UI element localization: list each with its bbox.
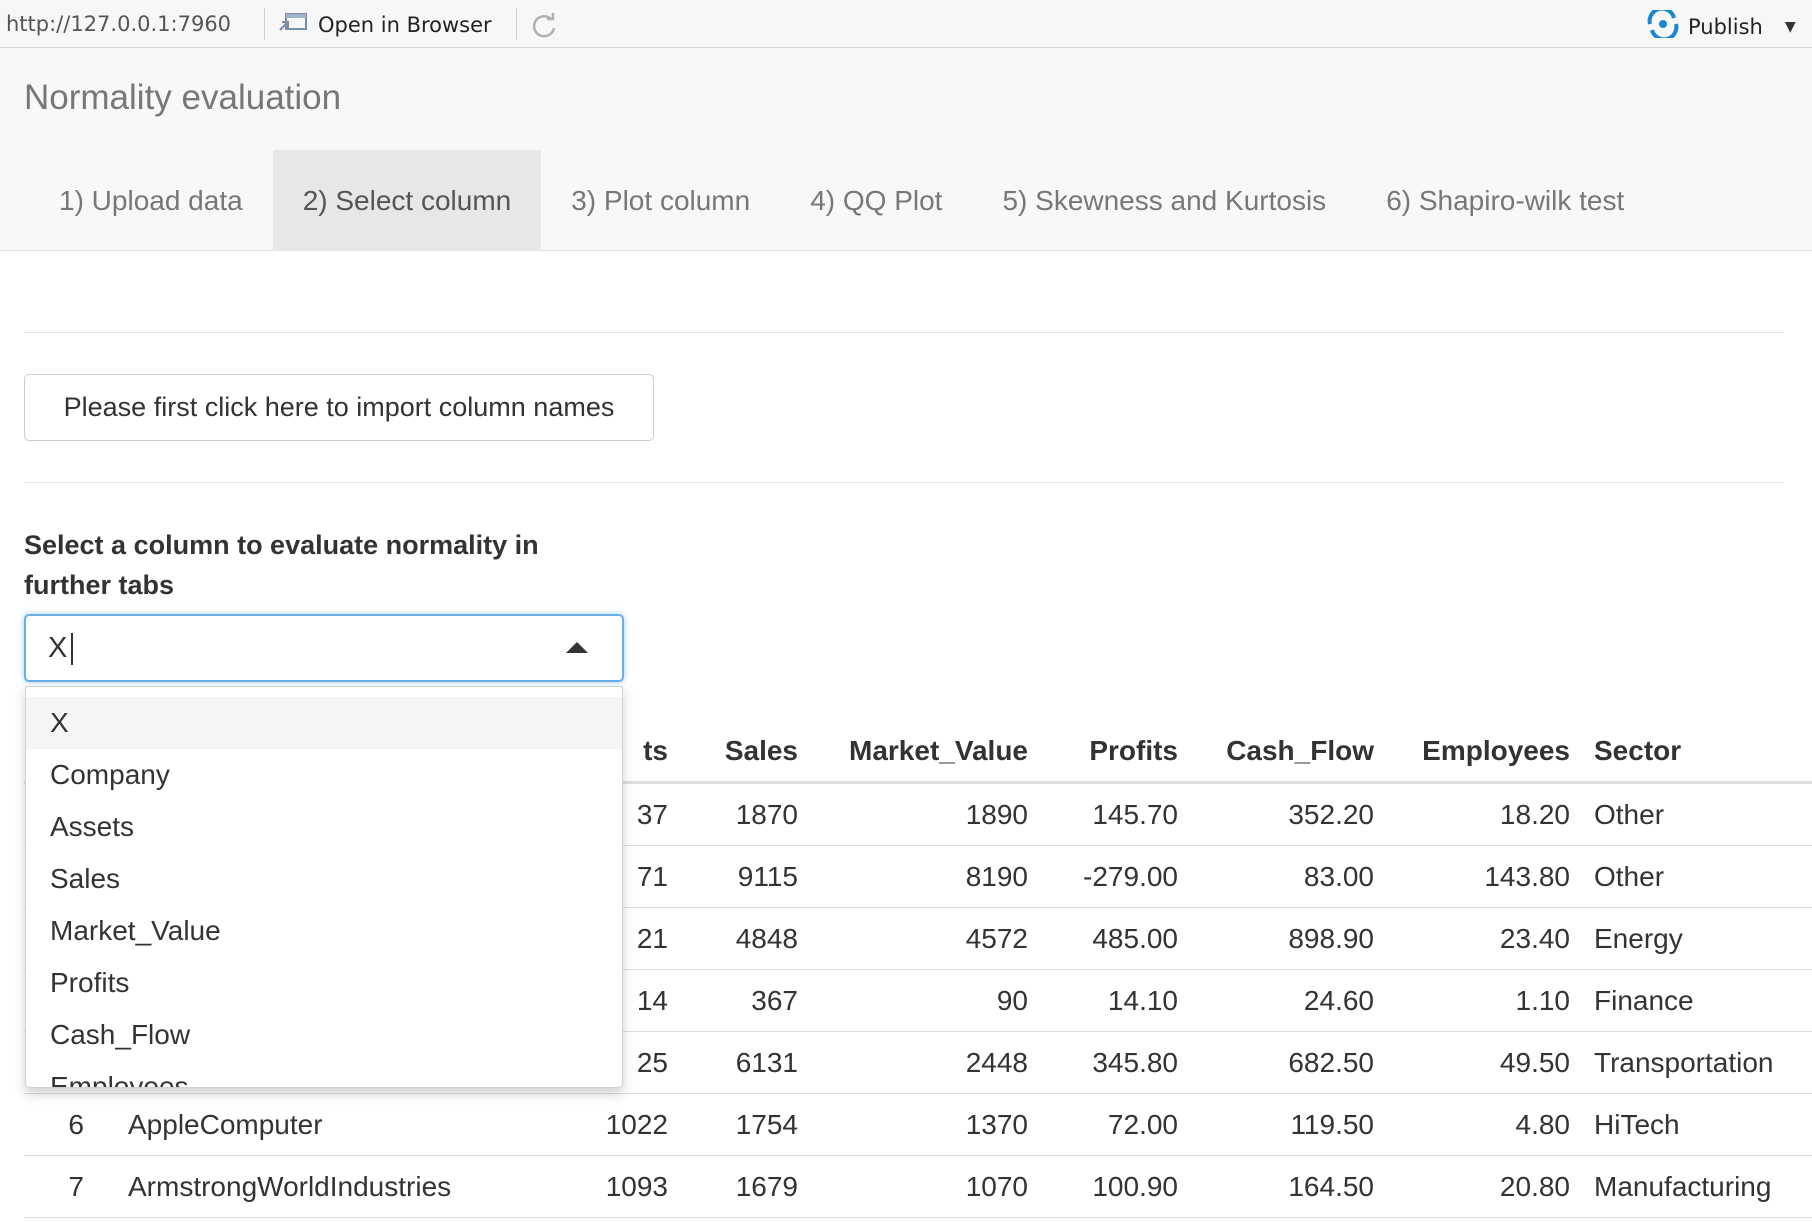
cell-market-value: 90 bbox=[996, 985, 1028, 1016]
dropdown-option[interactable]: Assets bbox=[26, 801, 622, 853]
app-title: Normality evaluation bbox=[24, 78, 342, 117]
cell-cash-flow: 164.50 bbox=[1288, 1171, 1374, 1202]
cell-sales: 4848 bbox=[735, 923, 798, 954]
tab-skewness-kurtosis[interactable]: 5) Skewness and Kurtosis bbox=[972, 150, 1356, 251]
cell-profits: 485.00 bbox=[1092, 923, 1178, 954]
cell-profits: 72.00 bbox=[1107, 1109, 1178, 1140]
cell-market-value: 1890 bbox=[965, 799, 1028, 830]
cell-market-value: 2448 bbox=[965, 1047, 1028, 1078]
select-column-label: Select a column to evaluate normality in… bbox=[24, 530, 539, 600]
cell-sales: 1754 bbox=[735, 1109, 798, 1140]
cell-sector: Transportation bbox=[1594, 1047, 1774, 1078]
cell-sector: Manufacturing bbox=[1594, 1171, 1772, 1202]
cell-cash-flow: 24.60 bbox=[1303, 985, 1374, 1016]
cell-sales: 367 bbox=[751, 985, 798, 1016]
dropdown-option[interactable]: X bbox=[26, 697, 622, 749]
dropdown-option[interactable]: Market_Value bbox=[26, 905, 622, 957]
cell-profits: 145.70 bbox=[1092, 799, 1178, 830]
cell-sales: 1679 bbox=[735, 1171, 798, 1202]
dropdown-option[interactable]: Cash_Flow bbox=[26, 1009, 622, 1061]
cell-profits: 14.10 bbox=[1107, 985, 1178, 1016]
cell-sector: Energy bbox=[1594, 923, 1683, 954]
cell-idx: 6 bbox=[68, 1109, 84, 1140]
cell-cash-flow: 119.50 bbox=[1290, 1109, 1374, 1140]
cell-employees: 18.20 bbox=[1499, 799, 1570, 830]
toolbar-divider bbox=[516, 8, 517, 40]
chevron-down-icon[interactable]: ▼ bbox=[1785, 19, 1796, 35]
divider bbox=[24, 332, 1784, 333]
cell-cash-flow: 352.20 bbox=[1288, 799, 1374, 830]
cell-profits: 345.80 bbox=[1092, 1047, 1178, 1078]
tab-shapiro-wilk[interactable]: 6) Shapiro-wilk test bbox=[1356, 150, 1654, 251]
cell-cash-flow: 898.90 bbox=[1288, 923, 1374, 954]
cell-sector: HiTech bbox=[1594, 1109, 1680, 1140]
navbar: Normality evaluation 1) Upload data 2) S… bbox=[0, 48, 1812, 251]
header-market-value[interactable]: Market_Value bbox=[798, 718, 1028, 784]
cell-company: ArmstrongWorldIndustries bbox=[128, 1171, 452, 1202]
open-in-browser-button[interactable]: Open in Browser bbox=[278, 10, 492, 39]
tab-select-column[interactable]: 2) Select column bbox=[272, 150, 542, 251]
publish-label: Publish bbox=[1688, 14, 1763, 39]
cell-profits: -279.00 bbox=[1083, 861, 1178, 892]
dropdown-option[interactable]: Employees bbox=[26, 1061, 622, 1087]
open-in-browser-label: Open in Browser bbox=[318, 12, 492, 37]
cell-market-value: 1370 bbox=[965, 1109, 1028, 1140]
header-employees[interactable]: Employees bbox=[1374, 718, 1570, 784]
cell-market-value: 8190 bbox=[965, 861, 1028, 892]
cell-sector: Other bbox=[1594, 861, 1665, 892]
import-column-names-button[interactable]: Please first click here to import column… bbox=[24, 374, 654, 441]
publish-button[interactable]: Publish ▼ bbox=[1646, 6, 1796, 43]
table-row: 6 AppleComputer 1022 1754 1370 72.00 119.50 4.8… bbox=[24, 1094, 1812, 1156]
tab-bar: 1) Upload data 2) Select column 3) Plot … bbox=[29, 150, 1654, 251]
select-value: X bbox=[48, 632, 68, 664]
cell-employees: 4.80 bbox=[1515, 1109, 1571, 1140]
tab-upload-data[interactable]: 1) Upload data bbox=[29, 150, 273, 251]
cell-company: AppleComputer bbox=[128, 1109, 323, 1140]
header-sector[interactable]: Sector bbox=[1594, 718, 1681, 784]
cell-cash-flow: 682.50 bbox=[1288, 1047, 1374, 1078]
cell-employees: 49.50 bbox=[1499, 1047, 1570, 1078]
toolbar-divider bbox=[264, 8, 265, 40]
cell-market-value: 1070 bbox=[965, 1171, 1028, 1202]
refresh-icon[interactable] bbox=[528, 10, 560, 42]
publish-icon bbox=[1646, 6, 1680, 43]
cell-sales: 9115 bbox=[737, 861, 798, 892]
tab-plot-column[interactable]: 3) Plot column bbox=[541, 150, 780, 251]
cell-cash-flow: 83.00 bbox=[1303, 861, 1374, 892]
cell-sales: 1870 bbox=[735, 799, 798, 830]
cell-employees: 23.40 bbox=[1499, 923, 1570, 954]
cell-employees: 20.80 bbox=[1499, 1171, 1570, 1202]
cell-sales: 6131 bbox=[735, 1047, 798, 1078]
header-sales[interactable]: Sales bbox=[668, 718, 798, 784]
browser-window-icon bbox=[278, 10, 308, 39]
divider bbox=[24, 482, 1784, 483]
column-dropdown: X Company Assets Sales Market_Value Prof… bbox=[25, 686, 623, 1088]
dropdown-option[interactable]: Company bbox=[26, 749, 622, 801]
cell-assets: 1022 bbox=[605, 1109, 668, 1140]
header-profits[interactable]: Profits bbox=[1028, 718, 1178, 784]
table-row: 7 ArmstrongWorldIndustries 1093 1679 1070 100… bbox=[24, 1156, 1812, 1218]
cell-assets: 1093 bbox=[605, 1171, 668, 1202]
tab-qq-plot[interactable]: 4) QQ Plot bbox=[780, 150, 972, 251]
url-label: http://127.0.0.1:7960 bbox=[6, 12, 232, 36]
column-select-input[interactable]: X bbox=[24, 614, 624, 682]
dropdown-option[interactable]: Sales bbox=[26, 853, 622, 905]
viewer-toolbar: http://127.0.0.1:7960 Open in Browser Pu… bbox=[0, 0, 1812, 48]
cell-sector: Finance bbox=[1594, 985, 1694, 1016]
header-cash-flow[interactable]: Cash_Flow bbox=[1178, 718, 1374, 784]
cell-sector: Other bbox=[1594, 799, 1665, 830]
cell-idx: 7 bbox=[68, 1171, 84, 1202]
caret-up-icon[interactable] bbox=[566, 642, 588, 653]
cell-profits: 100.90 bbox=[1092, 1171, 1178, 1202]
text-cursor bbox=[71, 633, 73, 665]
cell-market-value: 4572 bbox=[965, 923, 1028, 954]
cell-employees: 143.80 bbox=[1484, 861, 1570, 892]
dropdown-option[interactable]: Profits bbox=[26, 957, 622, 1009]
cell-employees: 1.10 bbox=[1515, 985, 1571, 1016]
